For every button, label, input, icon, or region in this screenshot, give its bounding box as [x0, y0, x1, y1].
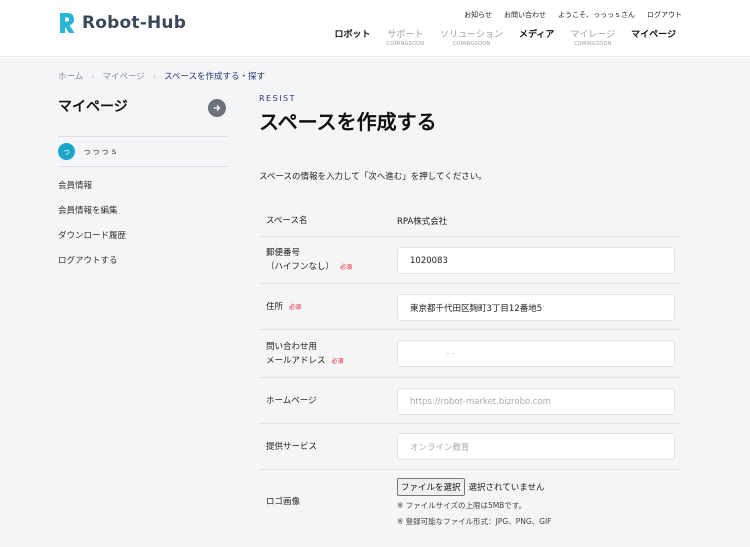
file-picker: ファイルを選択 選択されていません	[397, 478, 545, 496]
service-input[interactable]: オンライン教育	[397, 433, 675, 460]
homepage-input[interactable]: https://robot-market.bizrobo.com	[397, 388, 675, 415]
nav-item-mypage[interactable]: マイページ	[623, 27, 684, 47]
robot-hub-logo-icon	[58, 12, 76, 34]
required-badge: 必須	[289, 304, 302, 311]
nav-sub-label: COMINGSOON	[452, 41, 491, 47]
util-link-welcome[interactable]: ようこそ、っっっｓさん	[558, 10, 635, 20]
field-label: 住所 必須	[266, 300, 301, 315]
field-label-line: （ハイフンなし）	[266, 262, 335, 272]
postal-input[interactable]: 1020083	[397, 247, 675, 274]
chevron-right-icon: ›	[152, 71, 156, 81]
field-label-line: 住所	[266, 302, 284, 312]
required-badge: 必須	[331, 358, 344, 365]
util-link-logout[interactable]: ログアウト	[647, 10, 682, 20]
nav-sub-label: COMINGSOON	[386, 41, 425, 47]
field-label: ロゴ画像	[266, 497, 301, 507]
sidebar-item-download-history[interactable]: ダウンロード履歴	[58, 230, 126, 255]
avatar: っ	[58, 143, 75, 160]
nav-label: マイページ	[631, 30, 676, 40]
sidebar-item-edit-member[interactable]: 会員情報を編集	[58, 205, 126, 230]
nav-item-media[interactable]: メディア	[511, 27, 562, 47]
nav-item-robot[interactable]: ロボット	[327, 27, 379, 47]
logo-text: Robot-Hub	[82, 13, 187, 33]
space-name-value: RPA株式会社	[397, 217, 448, 227]
utility-links: お知らせ お問い合わせ ようこそ、っっっｓさん ログアウト	[464, 10, 682, 20]
user-row: っ っっっｓ	[58, 143, 119, 160]
breadcrumb: ホーム › マイページ › スペースを作成する・探す	[58, 70, 265, 83]
form-row-service: 提供サービス オンライン教育	[259, 424, 681, 470]
nav-label: メディア	[518, 30, 555, 40]
util-link-contact[interactable]: お問い合わせ	[504, 10, 546, 20]
field-label: 郵便番号 （ハイフンなし） 必須	[266, 246, 352, 275]
form-row-email: 問い合わせ用 メールアドレス 必須 - -	[259, 330, 681, 378]
nav-label: ソリューション	[440, 30, 503, 40]
field-label: スペース名	[266, 216, 308, 226]
space-form: スペース名 RPA株式会社 郵便番号 （ハイフンなし） 必須 1020083 住所…	[259, 204, 681, 540]
file-format-note: ※ 登録可能なファイル形式：JPG、PNG、GIF	[397, 517, 552, 526]
nav-item-solution[interactable]: ソリューション COMINGSOON	[432, 27, 511, 47]
user-name: っっっｓ	[83, 147, 119, 156]
sidebar-item-logout[interactable]: ログアウトする	[58, 255, 126, 280]
main-content: RESIST スペースを作成する スペースの情報を入力して「次へ進む」を押してく…	[259, 94, 681, 526]
form-row-logo: ロゴ画像 ファイルを選択 選択されていません ※ ファイルサイズの上限は5MBで…	[259, 470, 681, 540]
util-link-news[interactable]: お知らせ	[464, 10, 492, 20]
file-size-note: ※ ファイルサイズの上限は5MBです。	[397, 501, 527, 510]
nav-item-support[interactable]: サポート COMINGSOON	[379, 27, 433, 47]
choose-file-button[interactable]: ファイルを選択	[397, 478, 465, 496]
field-label: 問い合わせ用 メールアドレス 必須	[266, 340, 344, 369]
form-row-homepage: ホームページ https://robot-market.bizrobo.com	[259, 378, 681, 424]
form-row-postal: 郵便番号 （ハイフンなし） 必須 1020083	[259, 237, 681, 284]
field-label: 提供サービス	[266, 442, 318, 452]
nav-label: サポート	[387, 30, 424, 40]
site-header: Robot-Hub お知らせ お問い合わせ ようこそ、っっっｓさん ログアウト …	[0, 0, 750, 57]
sidebar-title: マイページ	[58, 99, 128, 115]
field-label-line: 郵便番号	[266, 248, 301, 258]
breadcrumb-mypage[interactable]: マイページ	[102, 70, 144, 82]
page-eyebrow: RESIST	[259, 94, 297, 103]
form-row-space-name: スペース名 RPA株式会社	[259, 204, 681, 237]
required-badge: 必須	[340, 264, 353, 271]
sidebar-menu: 会員情報 会員情報を編集 ダウンロード履歴 ログアウトする	[58, 180, 126, 280]
field-label-line: 問い合わせ用	[266, 342, 318, 352]
file-status: 選択されていません	[468, 483, 545, 493]
main-nav: ロボット サポート COMINGSOON ソリューション COMINGSOON …	[327, 27, 685, 47]
address-input[interactable]: 東京都千代田区麹町3丁目12番地5	[397, 294, 675, 321]
sidebar: マイページ っ っっっｓ 会員情報 会員情報を編集 ダウンロード履歴 ログアウト…	[58, 96, 228, 266]
form-row-address: 住所 必須 東京都千代田区麹町3丁目12番地5	[259, 284, 681, 330]
sidebar-item-member-info[interactable]: 会員情報	[58, 180, 126, 205]
field-label: ホームページ	[266, 396, 317, 406]
breadcrumb-home[interactable]: ホーム	[58, 70, 83, 82]
logo[interactable]: Robot-Hub	[58, 12, 186, 34]
arrow-right-circle-icon[interactable]	[208, 99, 226, 117]
email-input[interactable]: - -	[397, 340, 675, 367]
chevron-right-icon: ›	[91, 71, 95, 81]
divider	[58, 136, 228, 137]
breadcrumb-current: スペースを作成する・探す	[164, 72, 265, 82]
nav-label: マイレージ	[570, 30, 616, 40]
intro-text: スペースの情報を入力して「次へ進む」を押してください。	[259, 172, 487, 182]
divider	[58, 166, 228, 167]
nav-sub-label: COMINGSOON	[573, 41, 612, 47]
page-title: スペースを作成する	[259, 110, 437, 134]
field-label-line: メールアドレス	[266, 356, 326, 366]
nav-label: ロボット	[334, 30, 371, 40]
nav-item-mileage[interactable]: マイレージ COMINGSOON	[562, 27, 623, 47]
